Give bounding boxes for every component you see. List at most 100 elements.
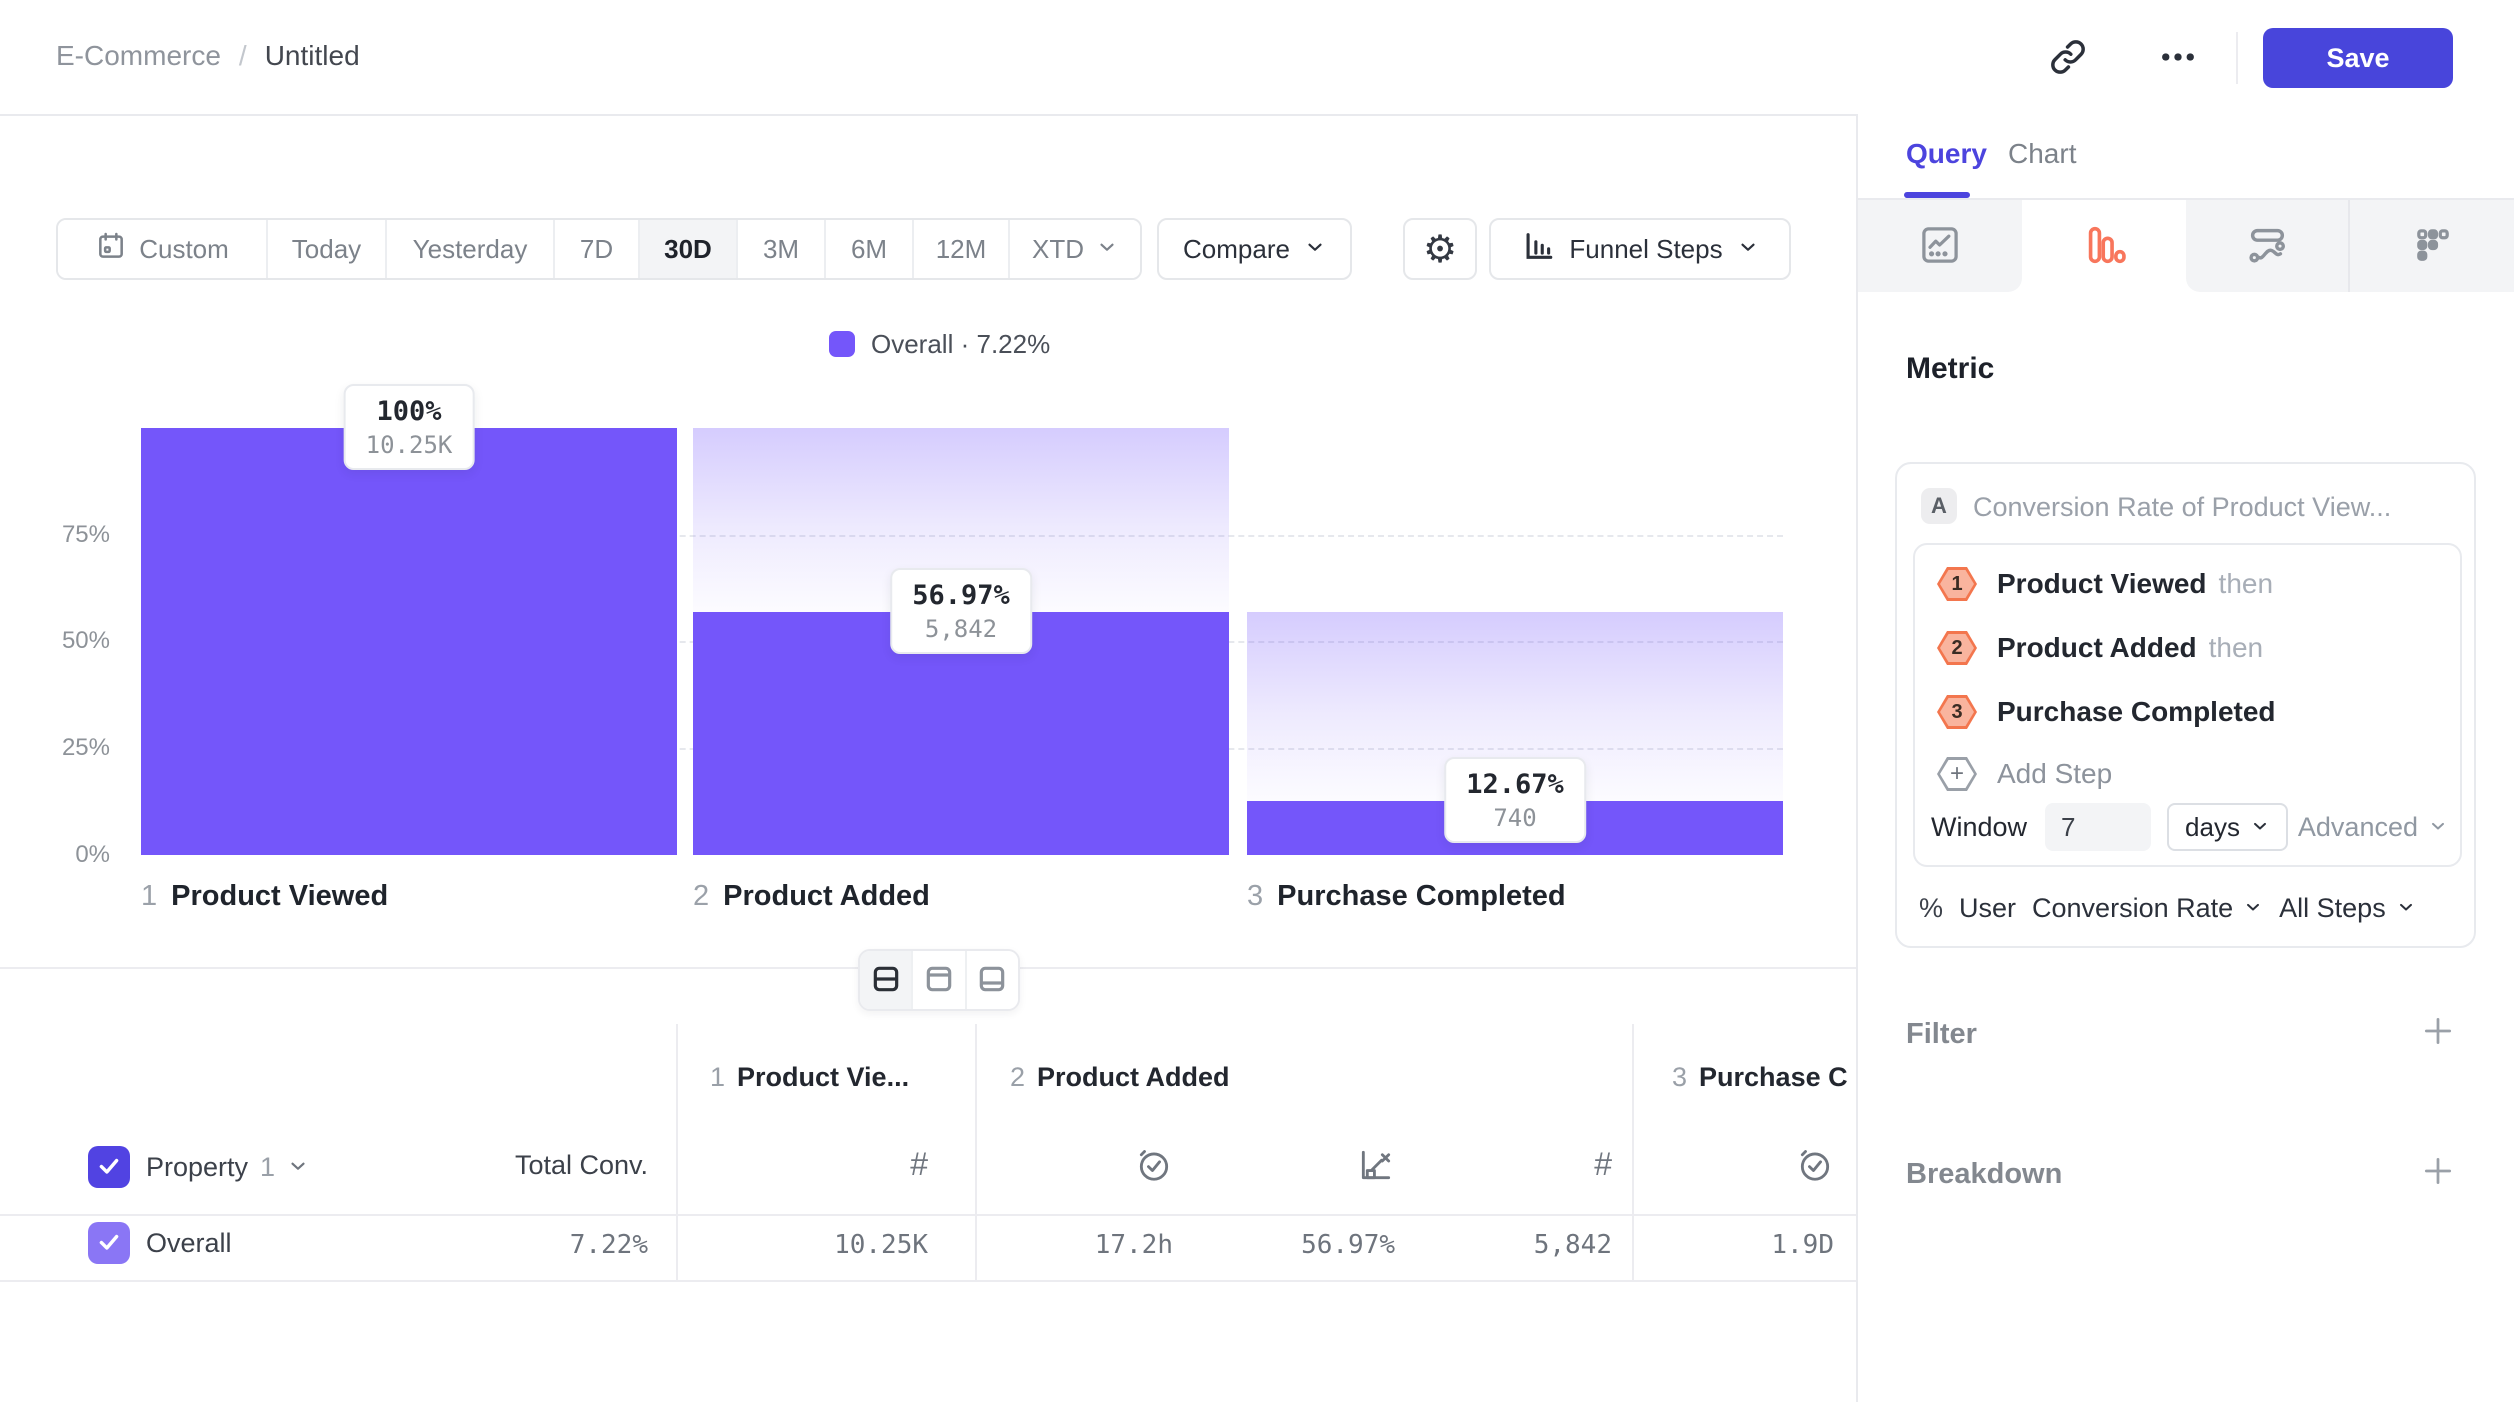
- funnel-bars-icon: [2081, 222, 2127, 271]
- breadcrumb-current[interactable]: Untitled: [265, 40, 360, 72]
- funnel-bar-step-2[interactable]: 56.97% 5,842: [693, 428, 1229, 855]
- row-total-conv: 7.22%: [448, 1230, 648, 1260]
- chevron-down-icon: [287, 1155, 309, 1180]
- funnel-bar-step-1[interactable]: 100% 10.25K: [141, 428, 677, 855]
- measure-entity[interactable]: User: [1959, 893, 2016, 924]
- date-range-12m[interactable]: 12M: [914, 220, 1010, 278]
- stopwatch-check-icon: [1794, 1146, 1834, 1189]
- breakdown-heading: Breakdown: [1906, 1158, 2062, 1191]
- compare-button[interactable]: Compare: [1157, 218, 1352, 280]
- dots-grid-icon: [2410, 222, 2456, 271]
- row-step2-avg-time: 17.2h: [973, 1230, 1173, 1260]
- total-conv-header: Total Conv.: [448, 1150, 648, 1181]
- chevron-down-icon: [2428, 816, 2448, 839]
- chart-settings-button[interactable]: ⚙: [1403, 218, 1477, 280]
- tab-chart[interactable]: Chart: [2008, 138, 2076, 170]
- chevron-down-icon: [1096, 234, 1118, 265]
- property-dropdown[interactable]: Property 1: [146, 1146, 309, 1188]
- hexagon-badge: 3: [1937, 695, 1977, 729]
- bar-tooltip: 56.97% 5,842: [890, 568, 1032, 654]
- row-checkbox[interactable]: [88, 1222, 130, 1264]
- date-range-6m[interactable]: 6M: [826, 220, 914, 278]
- layout-split-button[interactable]: [860, 951, 913, 1009]
- funnel-step-2[interactable]: 2 Product Added then: [1937, 627, 2263, 669]
- date-range-30d[interactable]: 30D: [640, 220, 738, 278]
- date-range-yesterday[interactable]: Yesterday: [387, 220, 555, 278]
- metric-heading: Metric: [1906, 352, 1994, 386]
- date-range-xtd[interactable]: XTD: [1010, 220, 1140, 278]
- row-step2-count: 5,842: [1412, 1230, 1612, 1260]
- row-step1-count: 10.25K: [728, 1230, 928, 1260]
- window-label: Window: [1931, 812, 2027, 843]
- date-range-today[interactable]: Today: [268, 220, 387, 278]
- query-panel: Query Chart: [1856, 114, 2514, 1402]
- plus-icon: [2420, 1037, 2456, 1052]
- y-tick-25: 25%: [40, 734, 110, 762]
- share-link-button[interactable]: [2044, 34, 2092, 82]
- date-range-7d[interactable]: 7D: [555, 220, 640, 278]
- chevron-down-icon: [1737, 234, 1759, 265]
- chevron-down-icon: [2396, 897, 2416, 920]
- chart-percent-icon: [1355, 1146, 1395, 1189]
- layout-chart-top-icon: [923, 963, 955, 998]
- table-col-header-step-2: 2Product Added: [1010, 1062, 1230, 1093]
- stopwatch-check-icon: [1133, 1146, 1173, 1189]
- chevron-down-icon: [1304, 234, 1326, 265]
- hexagon-badge: 2: [1937, 631, 1977, 665]
- row-step3-avg-time: 1.9D: [1634, 1230, 1834, 1260]
- layout-chart-only-button[interactable]: [913, 951, 966, 1009]
- measure-scope-dropdown[interactable]: All Steps: [2279, 893, 2416, 924]
- hash-icon: #: [888, 1146, 928, 1183]
- plus-hexagon-icon: +: [1937, 757, 1977, 791]
- add-step-button[interactable]: + Add Step: [1937, 753, 2112, 795]
- window-value-input[interactable]: [2045, 803, 2151, 851]
- tab-query[interactable]: Query: [1906, 138, 1987, 170]
- add-breakdown-button[interactable]: [2418, 1152, 2458, 1192]
- save-button[interactable]: Save: [2263, 28, 2453, 88]
- table-row-divider: [0, 1280, 1856, 1282]
- funnel-bars-icon: [1521, 229, 1555, 270]
- table-row[interactable]: Overall 7.22% 10.25K 17.2h 56.97% 5,842 …: [0, 1216, 1856, 1280]
- y-tick-50: 50%: [40, 627, 110, 655]
- funnel-bar-step-3[interactable]: 12.67% 740: [1247, 428, 1783, 855]
- chevron-down-icon: [2250, 812, 2270, 843]
- filter-heading: Filter: [1906, 1018, 1977, 1051]
- date-range-3m[interactable]: 3M: [738, 220, 826, 278]
- bar-tooltip: 12.67% 740: [1444, 757, 1586, 843]
- layout-split-icon: [870, 963, 902, 998]
- chart-type-line[interactable]: [1858, 200, 2022, 292]
- plus-icon: [2420, 1177, 2456, 1192]
- layout-toggle: [858, 949, 1020, 1011]
- window-unit-dropdown[interactable]: days: [2167, 803, 2288, 851]
- funnel-step-1[interactable]: 1 Product Viewed then: [1937, 563, 2273, 605]
- chart-type-cohort[interactable]: [2350, 200, 2514, 292]
- more-menu-button[interactable]: [2154, 34, 2202, 82]
- advanced-dropdown[interactable]: Advanced: [2298, 812, 2448, 843]
- metric-title[interactable]: Conversion Rate of Product View...: [1973, 492, 2391, 523]
- date-range-picker: Custom Today Yesterday 7D 30D 3M 6M 12M …: [56, 218, 1142, 280]
- measure-metric-dropdown[interactable]: Conversion Rate: [2032, 893, 2263, 924]
- view-type-button[interactable]: Funnel Steps: [1489, 218, 1791, 280]
- breadcrumb-separator: /: [239, 40, 247, 72]
- legend-swatch: [829, 331, 855, 357]
- bar-tooltip: 100% 10.25K: [344, 384, 475, 470]
- add-filter-button[interactable]: [2418, 1012, 2458, 1052]
- layout-table-only-button[interactable]: [967, 951, 1018, 1009]
- window-row: Window days Advanced: [1931, 803, 2448, 851]
- layout-table-bottom-icon: [976, 963, 1008, 998]
- y-tick-0: 0%: [40, 841, 110, 869]
- chart-legend[interactable]: Overall · 7.22%: [829, 328, 1050, 360]
- property-checkbox[interactable]: [88, 1146, 130, 1188]
- chart-type-funnel[interactable]: [2022, 200, 2186, 292]
- chevron-down-icon: [2243, 897, 2263, 920]
- measured-as-row: % User Conversion Rate All Steps: [1919, 888, 2416, 928]
- row-step2-conv: 56.97%: [1195, 1230, 1395, 1260]
- funnel-plot: 100% 10.25K 56.97% 5,842 12.67% 740: [141, 428, 1783, 855]
- breadcrumb-parent[interactable]: E-Commerce: [56, 40, 221, 72]
- calendar-icon: [95, 230, 127, 269]
- x-label-step-3: 3Purchase Completed: [1247, 880, 1566, 913]
- funnel-step-3[interactable]: 3 Purchase Completed: [1937, 691, 2288, 733]
- chart-type-flow[interactable]: [2186, 200, 2350, 292]
- date-range-custom[interactable]: Custom: [58, 220, 268, 278]
- hexagon-badge: 1: [1937, 567, 1977, 601]
